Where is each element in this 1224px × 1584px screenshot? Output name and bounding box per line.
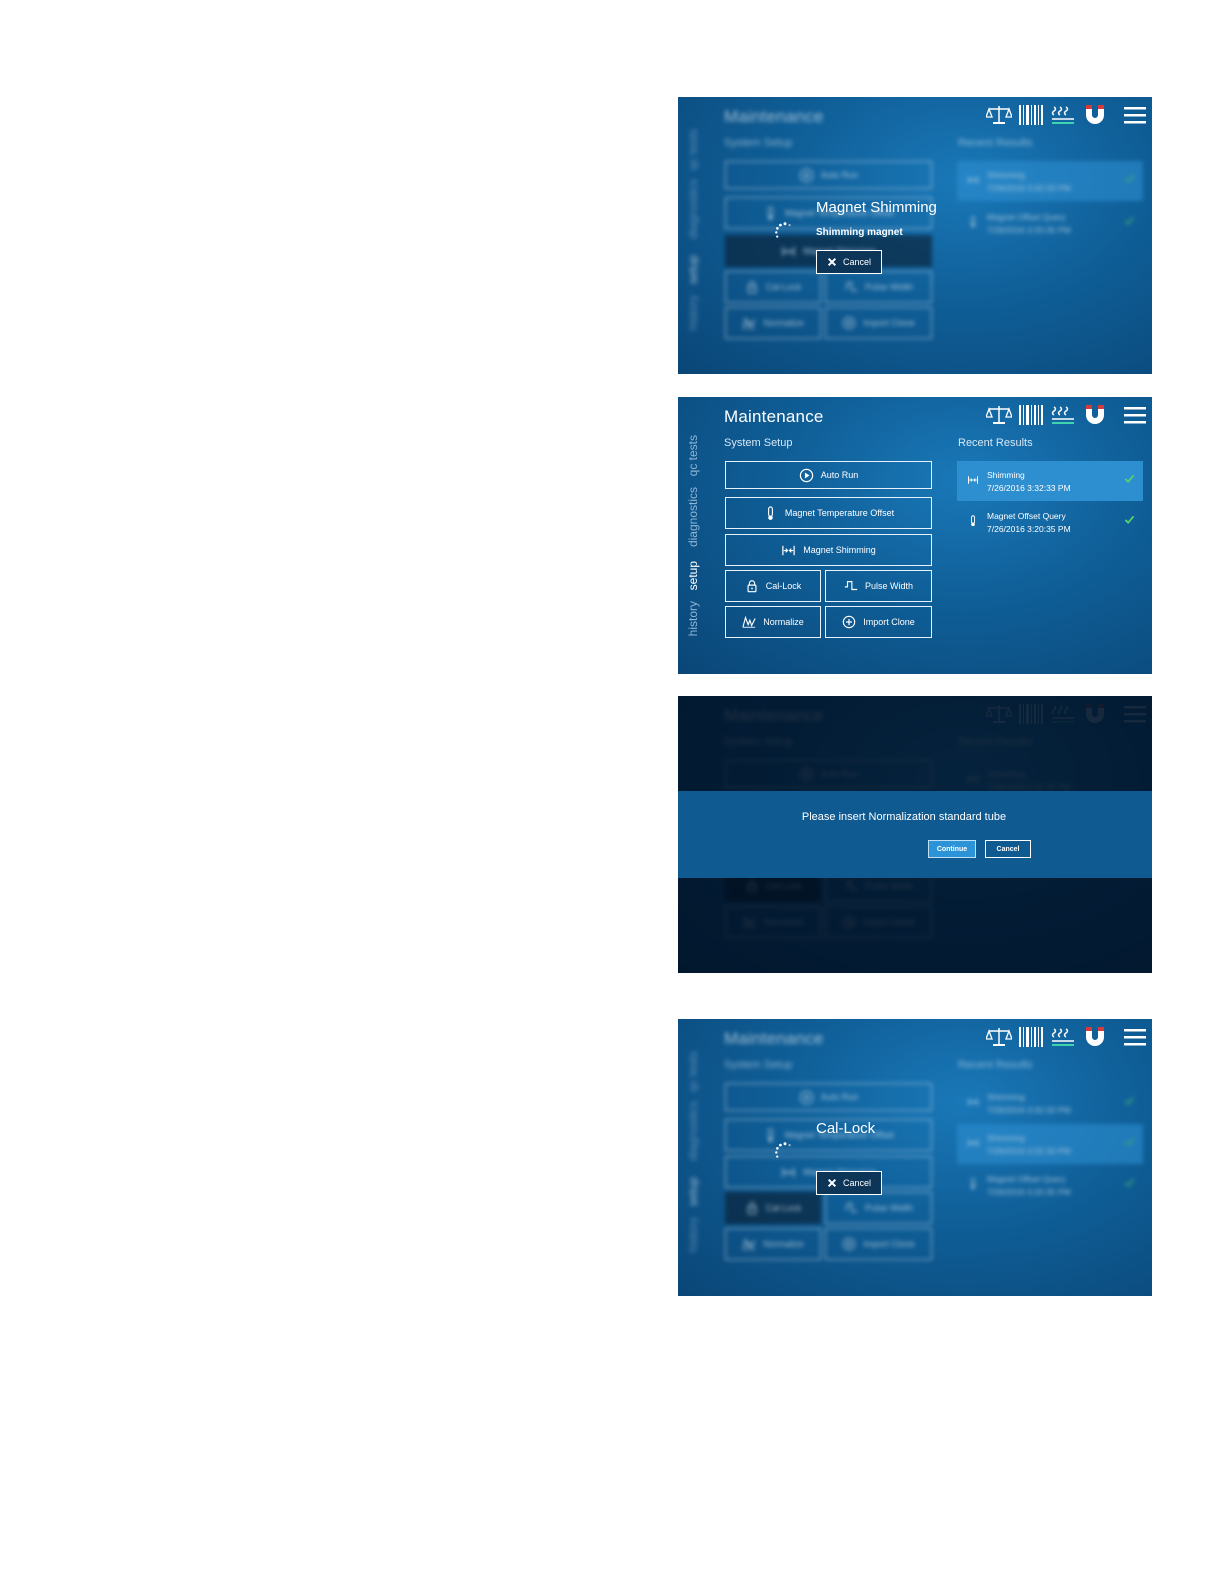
check-icon: [1124, 473, 1135, 484]
shim-icon: [781, 543, 796, 558]
import-clone-label: Import Clone: [863, 617, 915, 627]
magnet-shimming-label: Magnet Shimming: [803, 545, 876, 555]
spinner-icon: [774, 1141, 796, 1163]
normalize-dialog-screen: Maintenance System Setup Recent Results …: [678, 696, 1152, 973]
cancel-button[interactable]: Cancel: [985, 840, 1031, 858]
normalize-dialog: Please insert Normalization standard tub…: [678, 791, 1152, 878]
pulse-width-button[interactable]: Pulse Width: [825, 570, 932, 602]
page-title: Maintenance: [724, 407, 824, 426]
result-name: Shimming: [987, 470, 1025, 480]
continue-button[interactable]: Continue: [928, 840, 976, 858]
nav-setup[interactable]: setup: [686, 561, 700, 590]
maintenance-screen: Maintenance System Setup Recent Results …: [678, 397, 1152, 674]
overlay-status: Shimming magnet: [816, 227, 903, 238]
result-time: 7/26/2016 3:32:33 PM: [987, 483, 1071, 493]
nav-history[interactable]: history: [686, 601, 700, 636]
result-item[interactable]: Magnet Offset Query 7/26/2016 3:20:35 PM: [957, 502, 1143, 542]
menu-icon[interactable]: [1122, 403, 1148, 427]
plus-circle-icon: [842, 615, 856, 629]
lock-icon: [745, 579, 759, 593]
normalize-button[interactable]: Normalize: [725, 606, 821, 638]
balance-icon[interactable]: [986, 403, 1012, 427]
cal-lock-screen: Maintenance System Setup Recent Results …: [678, 1019, 1152, 1296]
thermometer-icon: [763, 506, 778, 521]
import-clone-button[interactable]: Import Clone: [825, 606, 932, 638]
play-icon: [799, 468, 814, 483]
normalize-icon: [742, 615, 756, 629]
nav-qc-tests[interactable]: qc tests: [686, 435, 700, 476]
pulse-icon: [844, 579, 858, 593]
auto-run-button[interactable]: Auto Run: [725, 461, 932, 489]
close-icon: [827, 1178, 837, 1188]
cal-lock-button[interactable]: Cal-Lock: [725, 570, 821, 602]
recent-results-title: Recent Results: [958, 437, 1033, 449]
pulse-width-label: Pulse Width: [864, 581, 914, 591]
shim-icon: [967, 474, 979, 486]
heat-icon[interactable]: [1050, 403, 1076, 427]
result-item[interactable]: Shimming 7/26/2016 3:32:33 PM: [957, 461, 1143, 501]
dialog-message: Please insert Normalization standard tub…: [801, 811, 1007, 823]
cal-lock-label: Cal-Lock: [765, 581, 802, 591]
cancel-label: Cancel: [842, 1178, 871, 1188]
section-title: System Setup: [724, 437, 793, 449]
side-nav: history setup diagnostics qc tests: [686, 427, 712, 647]
shimming-screen: Maintenance System Setup Recent Results …: [678, 97, 1152, 374]
cancel-button[interactable]: Cancel: [816, 250, 882, 274]
check-icon: [1124, 514, 1135, 525]
thermometer-icon: [967, 515, 979, 527]
header-toolbar: [986, 402, 1148, 428]
overlay-title: Magnet Shimming: [816, 199, 937, 216]
cancel-button[interactable]: Cancel: [816, 1171, 882, 1195]
nav-diagnostics[interactable]: diagnostics: [686, 487, 700, 547]
shimming-progress-overlay: Magnet Shimming Shimming magnet Cancel: [678, 97, 1152, 374]
result-name: Magnet Offset Query: [987, 511, 1066, 521]
close-icon: [827, 257, 837, 267]
normalize-label: Normalize: [763, 617, 804, 627]
magnet-temp-label: Magnet Temperature Offset: [784, 508, 895, 518]
magnet-shimming-button[interactable]: Magnet Shimming: [725, 534, 932, 566]
barcode-icon[interactable]: [1018, 403, 1044, 427]
result-time: 7/26/2016 3:20:35 PM: [987, 524, 1071, 534]
spinner-icon: [774, 221, 796, 243]
cancel-label: Cancel: [842, 257, 871, 267]
auto-run-label: Auto Run: [820, 470, 859, 480]
magnet-icon[interactable]: [1082, 403, 1108, 427]
overlay-title: Cal-Lock: [816, 1120, 876, 1137]
magnet-temp-button[interactable]: Magnet Temperature Offset: [725, 497, 932, 529]
maintenance-ui: Maintenance System Setup Recent Results …: [678, 397, 1152, 674]
cal-lock-progress-overlay: Cal-Lock Cancel: [678, 1019, 1152, 1296]
